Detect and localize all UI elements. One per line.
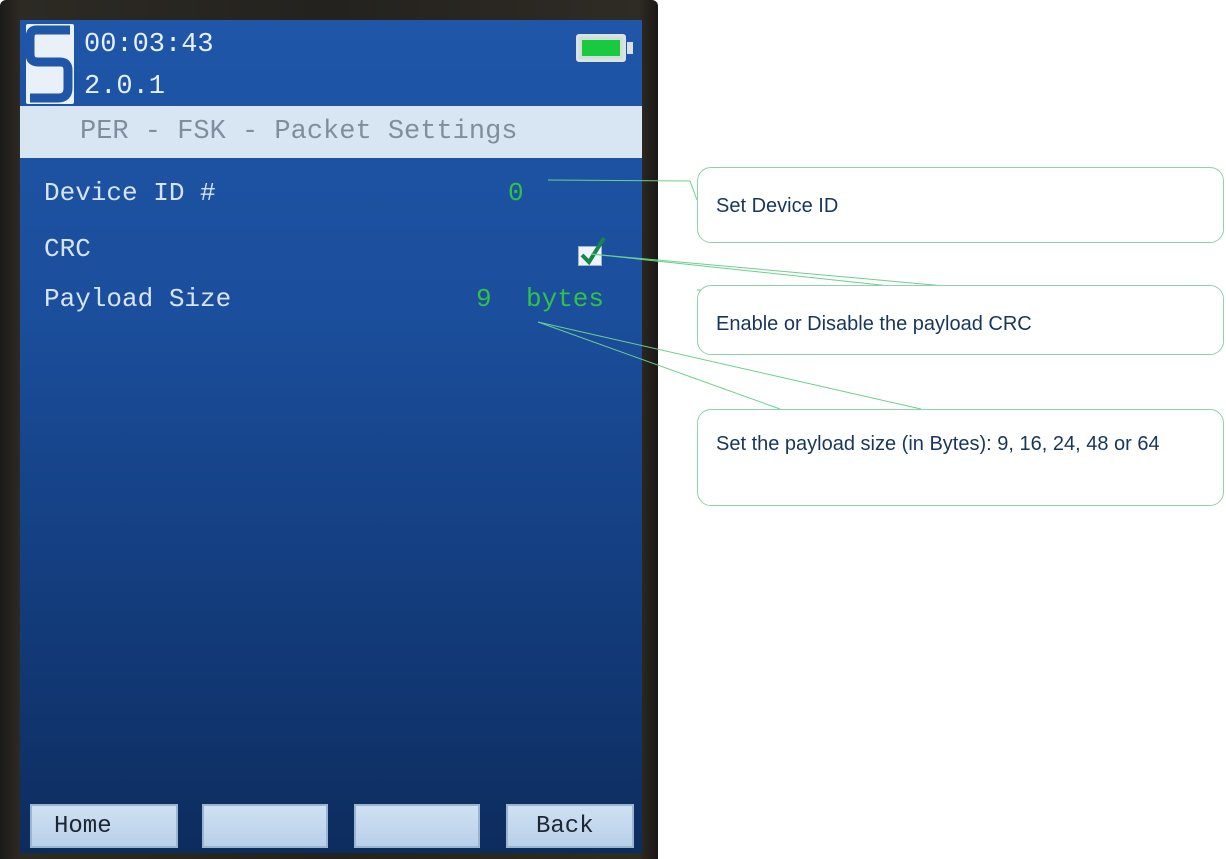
callout-payload-size-text: Set the payload size (in Bytes): 9, 16, …	[716, 433, 1160, 455]
setting-payload-size-unit: bytes	[526, 284, 605, 314]
callout-device-id-text: Set Device ID	[716, 195, 839, 217]
battery-full-icon	[576, 34, 633, 62]
softkey-3[interactable]	[354, 804, 480, 848]
battery-level-fill	[582, 40, 620, 56]
setting-device-id-label[interactable]: Device ID #	[44, 178, 216, 208]
logo-icon	[26, 24, 74, 104]
device-bezel: 00:03:43 2.0.1 PER - FSK - Packet Settin…	[0, 0, 658, 859]
crc-checkbox[interactable]	[578, 236, 606, 266]
callout-crc-text: Enable or Disable the payload CRC	[716, 313, 1032, 335]
setting-payload-size-label[interactable]: Payload Size	[44, 284, 231, 314]
callout-device-id: Set Device ID	[697, 167, 1224, 243]
softkey-home[interactable]: Home	[30, 804, 178, 848]
firmware-version: 2.0.1	[84, 72, 166, 102]
clock-display: 00:03:43	[84, 30, 214, 60]
setting-payload-size-value[interactable]: 9	[476, 284, 492, 314]
setting-device-id-value[interactable]: 0	[508, 178, 524, 208]
setting-crc-label[interactable]: CRC	[44, 234, 91, 264]
softkey-2[interactable]	[202, 804, 328, 848]
callout-payload-size: Set the payload size (in Bytes): 9, 16, …	[697, 409, 1224, 506]
screen-title: PER - FSK - Packet Settings	[20, 106, 642, 158]
checkmark-icon	[580, 236, 606, 266]
softkey-back[interactable]: Back	[506, 804, 634, 848]
callout-crc: Enable or Disable the payload CRC	[697, 285, 1224, 355]
device-screen: 00:03:43 2.0.1 PER - FSK - Packet Settin…	[20, 20, 642, 853]
